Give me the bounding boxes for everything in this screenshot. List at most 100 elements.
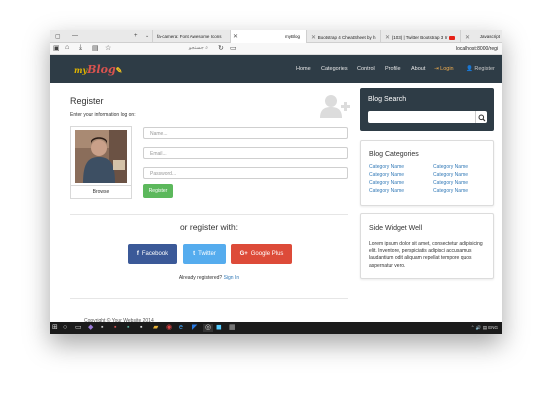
vs-code-icon[interactable]: ◤ — [192, 324, 197, 332]
tab-label: (103) | Twitter Bootstrap 3 Ir — [391, 35, 448, 40]
language-indicator: ENG — [488, 325, 498, 330]
app-icon[interactable]: ▪ — [114, 324, 116, 332]
email-input[interactable]: Email... — [143, 147, 348, 159]
favorite-star-icon[interactable]: ☆ — [105, 44, 111, 52]
app-icon[interactable]: ▪ — [127, 324, 129, 332]
nav-control[interactable]: Control — [357, 66, 375, 72]
app-icon[interactable]: ▪ — [140, 324, 142, 332]
tab-font-awesome[interactable]: fa-camera: Font Awesome Icons — [152, 30, 230, 43]
add-user-icon — [320, 95, 350, 118]
tab-twitter-bootstrap[interactable]: ✕ (103) | Twitter Bootstrap 3 Ir — [380, 30, 460, 43]
system-tray[interactable]: ⌃ 🔊 ▤ ENG — [471, 325, 498, 331]
url-field[interactable]: localhost:8000/regi — [456, 46, 498, 52]
edge-icon[interactable]: e — [179, 324, 183, 332]
start-icon[interactable]: ⊞ — [52, 324, 58, 332]
browser-tab-bar: ▢ — + ⌄ fa-camera: Font Awesome Icons ✕ … — [50, 30, 502, 43]
chevron-up-icon: ⌃ — [470, 325, 475, 330]
category-link[interactable]: Category Name — [369, 188, 404, 194]
twitter-label: Twitter — [198, 251, 216, 257]
search-icon[interactable]: ○ — [63, 324, 67, 332]
nav-categories[interactable]: Categories — [321, 66, 348, 72]
close-tab-icon[interactable]: ✕ — [385, 35, 392, 41]
category-link[interactable]: Category Name — [369, 164, 404, 170]
nav-login[interactable]: ⇥ Login — [434, 66, 454, 72]
category-link[interactable]: Category Name — [433, 164, 468, 170]
facebook-icon: f — [136, 251, 139, 257]
app-icon[interactable]: ◼ — [216, 324, 222, 332]
home-icon[interactable]: ⌂ — [65, 44, 69, 51]
logo-prefix: my — [74, 65, 88, 75]
twitter-button[interactable]: t Twitter — [183, 244, 226, 264]
blog-search-title: Blog Search — [368, 96, 407, 103]
google-plus-button[interactable]: G+ Google Plus — [231, 244, 292, 264]
tab-javascript[interactable]: ✕ Javascript — [460, 30, 502, 43]
nav-about[interactable]: About — [411, 66, 425, 72]
or-register-heading: or register with: — [179, 222, 239, 232]
minimize-icon[interactable]: — — [72, 33, 78, 39]
side-widget-panel: Side Widget Well Lorem ipsum dolor sit a… — [360, 213, 494, 279]
tab-myblog[interactable]: ✕ myBlog — [230, 30, 306, 43]
category-link[interactable]: Category Name — [433, 180, 468, 186]
volume-icon: 🔊 — [475, 325, 482, 330]
app-icon[interactable]: ◉ — [166, 324, 172, 332]
blog-search-input[interactable] — [368, 111, 475, 123]
logo-main: Blog — [87, 63, 116, 76]
task-view-icon[interactable]: ▭ — [75, 324, 82, 332]
twitter-icon: t — [193, 251, 196, 257]
google-plus-icon: G+ — [239, 251, 248, 257]
address-search-field[interactable]: جستجو ⌕ — [168, 45, 208, 53]
site-logo[interactable]: myBlog✎ — [74, 63, 122, 76]
windows-taskbar: ⊞ ○ ▭ ◆ ▪ ▪ ▪ ▪ ▰ ◉ e ◤ ◎ ◼ ▦ ⌃ 🔊 ▤ ENG — [50, 322, 502, 334]
category-link[interactable]: Category Name — [433, 172, 468, 178]
reading-list-icon[interactable]: ▣ — [53, 44, 60, 52]
extensions-icon[interactable]: ▤ — [92, 44, 99, 52]
category-link[interactable]: Category Name — [433, 188, 468, 194]
login-icon: ⇥ — [434, 66, 439, 72]
pen-icon: ✎ — [115, 65, 123, 75]
nav-register-label: Register — [474, 66, 495, 72]
nav-profile[interactable]: Profile — [385, 66, 401, 72]
file-explorer-icon[interactable]: ▰ — [153, 324, 158, 332]
sign-in-link[interactable]: Sign In — [224, 275, 240, 281]
google-plus-label: Google Plus — [250, 251, 284, 257]
downloads-icon[interactable]: ⤓ — [79, 44, 82, 52]
nav-login-label: Login — [440, 66, 454, 72]
side-widget-title: Side Widget Well — [369, 225, 423, 232]
tab-list-chevron-icon[interactable]: ⌄ — [145, 33, 149, 39]
close-tab-icon[interactable]: ✕ — [465, 35, 470, 41]
refresh-icon[interactable]: ↻ — [218, 44, 224, 52]
app-icon[interactable]: ▪ — [101, 324, 103, 332]
password-input[interactable]: Password... — [143, 167, 348, 179]
tab-preview-icon[interactable]: ▭ — [230, 44, 237, 52]
category-link[interactable]: Category Name — [369, 172, 404, 178]
footer-divider — [70, 298, 348, 299]
tab-label: Javascript — [479, 34, 500, 39]
facebook-button[interactable]: f Facebook — [128, 244, 177, 264]
visual-studio-icon[interactable]: ◆ — [88, 324, 93, 332]
already-text: Already registered? — [178, 275, 223, 281]
category-link[interactable]: Category Name — [369, 180, 404, 186]
address-text: جستجو — [188, 45, 204, 51]
browser-window: ▢ — + ⌄ fa-camera: Font Awesome Icons ✕ … — [50, 30, 502, 334]
nav-register[interactable]: 👤 Register — [466, 66, 495, 72]
nav-home[interactable]: Home — [296, 66, 311, 72]
close-tab-icon[interactable]: ✕ — [233, 33, 238, 40]
site-header: myBlog✎ Home Categories Control Profile … — [50, 55, 502, 83]
tab-bootstrap-cheatsheet[interactable]: ✕ Bootstrap 4 CheatSheet by h — [306, 30, 380, 43]
close-tab-icon[interactable]: ✕ — [311, 35, 318, 41]
search-icon: ⌕ — [205, 45, 208, 51]
app-icon[interactable]: ▦ — [229, 324, 236, 332]
blog-search-button[interactable] — [475, 111, 487, 123]
page-title: Register — [70, 96, 104, 106]
name-input[interactable]: Name... — [143, 127, 348, 139]
youtube-icon — [448, 35, 455, 40]
form-subtitle: Enter your information log on: — [70, 112, 136, 118]
register-button[interactable]: Register — [143, 184, 173, 198]
app-icon-active[interactable]: ◎ — [203, 324, 214, 332]
window-menu-icon[interactable]: ▢ — [55, 33, 61, 40]
blog-categories-title: Blog Categories — [369, 151, 419, 158]
avatar-image — [75, 130, 127, 183]
new-tab-icon[interactable]: + — [134, 33, 138, 39]
facebook-label: Facebook — [141, 251, 169, 257]
browse-button[interactable]: Browse — [70, 185, 132, 199]
